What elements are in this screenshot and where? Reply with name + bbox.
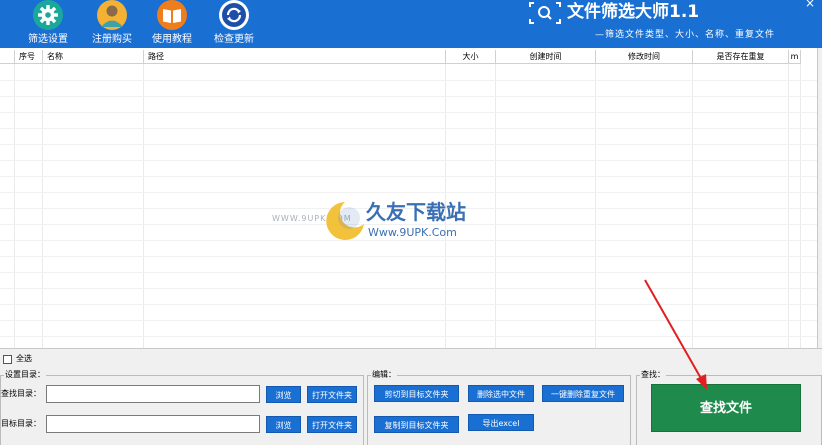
grid-line bbox=[0, 288, 817, 289]
app-title: 文件筛选大师1.1 bbox=[567, 2, 700, 22]
column-header-path[interactable]: 路径 bbox=[144, 50, 446, 64]
target-dir-input[interactable] bbox=[46, 415, 260, 433]
table-header: 序号 名称 路径 大小 创建时间 修改时间 是否存在重复 m bbox=[0, 50, 817, 64]
check-update-button[interactable]: 检查更新 bbox=[202, 0, 266, 48]
column-header-duplicate[interactable]: 是否存在重复 bbox=[693, 50, 789, 64]
grid-line bbox=[0, 96, 817, 97]
column-header-index[interactable]: 序号 bbox=[15, 50, 43, 64]
grid-line bbox=[14, 64, 15, 348]
export-excel-button[interactable]: 导出excel bbox=[468, 414, 534, 431]
check-update-label: 检查更新 bbox=[214, 34, 254, 45]
tutorial-label: 使用教程 bbox=[152, 34, 192, 45]
tutorial-button[interactable]: 使用教程 bbox=[140, 0, 204, 48]
delete-duplicates-button[interactable]: 一键删除重复文件 bbox=[542, 385, 624, 402]
search-dir-input[interactable] bbox=[46, 385, 260, 403]
app-header: 筛选设置 注册购买 使用教程 检查更新 文件筛选大师1.1 —筛选文件类型、大小… bbox=[0, 0, 822, 48]
edit-group: 编辑： 剪切到目标文件夹 删除选中文件 一键删除重复文件 复制到目标文件夹 导出… bbox=[367, 370, 631, 445]
grid-line bbox=[0, 144, 817, 145]
settings-group-title: 设置目录： bbox=[4, 370, 46, 380]
copy-to-target-button[interactable]: 复制到目标文件夹 bbox=[374, 416, 459, 433]
find-files-button[interactable]: 查找文件 bbox=[651, 384, 801, 432]
search-scan-icon bbox=[529, 2, 561, 24]
grid-line bbox=[0, 320, 817, 321]
grid-line bbox=[0, 336, 817, 337]
grid-line bbox=[788, 64, 789, 348]
column-header-checkbox[interactable] bbox=[0, 50, 15, 64]
grid-line bbox=[0, 160, 817, 161]
grid-line bbox=[0, 304, 817, 305]
file-table[interactable]: 序号 名称 路径 大小 创建时间 修改时间 是否存在重复 m WWW.9UPK.… bbox=[0, 48, 818, 348]
search-dir-label: 查找目录： bbox=[1, 389, 41, 398]
watermark-url: Www.9UPK.Com bbox=[368, 226, 457, 239]
settings-group: 设置目录： 查找目录： 浏览 打开文件夹 目标目录： 浏览 打开文件夹 bbox=[0, 370, 364, 445]
watermark-name: 久友下载站 bbox=[366, 200, 466, 224]
column-header-extra[interactable]: m bbox=[789, 50, 801, 64]
grid-line bbox=[0, 80, 817, 81]
grid-line bbox=[42, 64, 43, 348]
watermark: WWW.9UPK.COM 久友下载站 Www.9UPK.Com bbox=[272, 198, 512, 258]
checkbox-box[interactable] bbox=[3, 354, 12, 364]
refresh-icon bbox=[219, 0, 249, 30]
column-header-size[interactable]: 大小 bbox=[446, 50, 496, 64]
select-all-checkbox[interactable]: 全选 bbox=[3, 353, 32, 365]
book-icon bbox=[157, 0, 187, 30]
target-dir-browse-button[interactable]: 浏览 bbox=[266, 416, 301, 433]
watermark-logo-icon bbox=[326, 202, 364, 240]
target-dir-label: 目标目录： bbox=[1, 419, 41, 428]
grid-line bbox=[0, 112, 817, 113]
column-header-modified[interactable]: 修改时间 bbox=[596, 50, 693, 64]
edit-group-title: 编辑： bbox=[371, 370, 397, 380]
cut-to-target-button[interactable]: 剪切到目标文件夹 bbox=[374, 385, 459, 402]
grid-line bbox=[0, 128, 817, 129]
select-all-label: 全选 bbox=[16, 354, 32, 363]
app-subtitle: —筛选文件类型、大小、名称、重复文件 bbox=[595, 30, 776, 40]
grid-line bbox=[143, 64, 144, 348]
gear-icon bbox=[33, 0, 63, 30]
grid-line bbox=[595, 64, 596, 348]
column-header-name[interactable]: 名称 bbox=[43, 50, 144, 64]
filter-settings-label: 筛选设置 bbox=[28, 34, 68, 45]
find-group-title: 查找： bbox=[640, 370, 666, 380]
target-dir-open-folder-button[interactable]: 打开文件夹 bbox=[307, 416, 357, 433]
close-icon[interactable]: × bbox=[805, 0, 815, 9]
user-icon bbox=[97, 0, 127, 30]
delete-selected-button[interactable]: 删除选中文件 bbox=[468, 385, 534, 402]
grid-line bbox=[0, 192, 817, 193]
search-dir-open-folder-button[interactable]: 打开文件夹 bbox=[307, 386, 357, 403]
column-header-created[interactable]: 创建时间 bbox=[496, 50, 596, 64]
register-buy-button[interactable]: 注册购买 bbox=[80, 0, 144, 48]
grid-line bbox=[692, 64, 693, 348]
register-buy-label: 注册购买 bbox=[92, 34, 132, 45]
grid-line bbox=[0, 176, 817, 177]
grid-line bbox=[0, 272, 817, 273]
grid-line bbox=[800, 64, 801, 348]
search-dir-browse-button[interactable]: 浏览 bbox=[266, 386, 301, 403]
filter-settings-button[interactable]: 筛选设置 bbox=[16, 0, 80, 48]
